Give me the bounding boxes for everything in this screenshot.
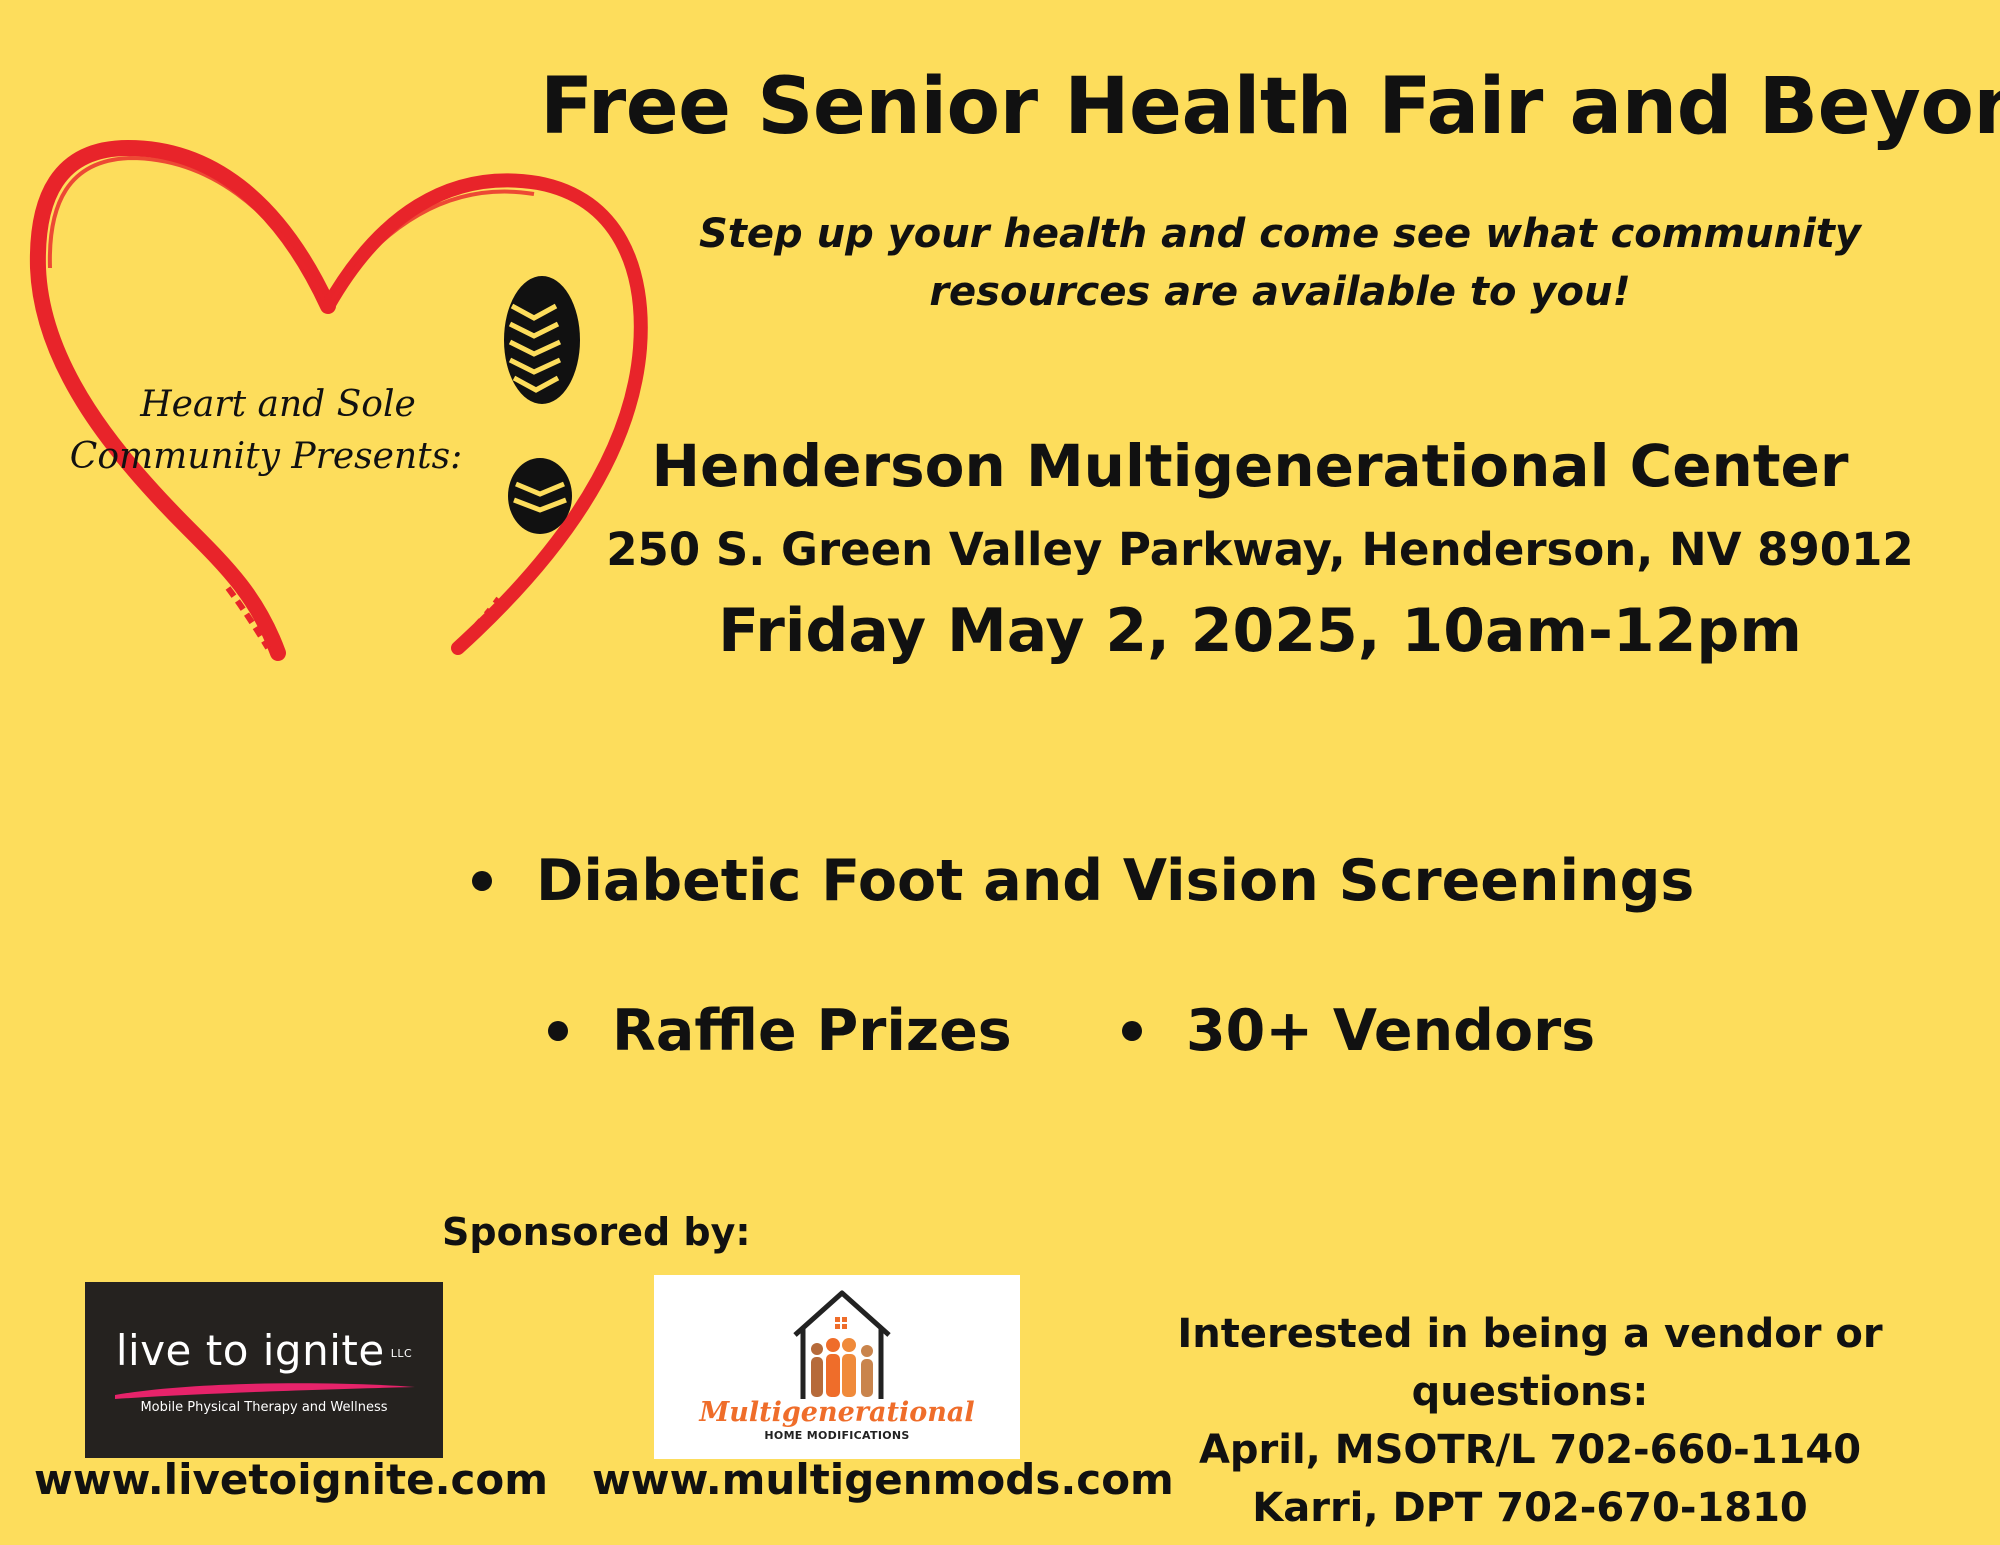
tagline-line1: Step up your health and come see what co…	[699, 211, 1861, 257]
venue-name: Henderson Multigenerational Center	[651, 432, 1849, 500]
tagline-line2: resources are available to you!	[929, 269, 1631, 315]
tagline: Step up your health and come see what co…	[640, 205, 1920, 321]
feature-label: Raffle Prizes	[612, 998, 1012, 1064]
multigenmods-url[interactable]: www.multigenmods.com	[592, 1455, 1174, 1504]
feature-item: 30+ Vendors	[1122, 998, 1595, 1064]
heart-logo-line2: Community Presents:	[70, 436, 462, 477]
contact-block: Interested in being a vendor or question…	[1090, 1305, 1970, 1537]
bullet-icon	[1122, 1021, 1142, 1041]
live-to-ignite-url[interactable]: www.livetoignite.com	[34, 1455, 548, 1504]
multigenerational-logo: Multigenerational HOME MODIFICATIONS	[654, 1275, 1020, 1459]
bullet-icon	[548, 1021, 568, 1041]
multigenerational-subtitle: HOME MODIFICATIONS	[764, 1429, 910, 1442]
live-to-ignite-logo: live to ignite LLC Mobile Physical Therap…	[85, 1282, 443, 1458]
feature-label: Diabetic Foot and Vision Screenings	[536, 848, 1695, 914]
page-title: Free Senior Health Fair and Beyond	[540, 62, 2000, 152]
venue-address: 250 S. Green Valley Parkway, Henderson, …	[606, 523, 1914, 576]
live-to-ignite-wordmark: live to ignite LLC	[115, 1326, 413, 1375]
event-date-time: Friday May 2, 2025, 10am-12pm	[718, 596, 1802, 666]
live-to-ignite-tagline: Mobile Physical Therapy and Wellness	[140, 1400, 388, 1415]
heart-logo-line1: Heart and Sole	[139, 384, 416, 425]
heart-icon: Heart and Sole Community Presents:	[29, 140, 648, 661]
contact-april: April, MSOTR/L 702-660-1140	[1198, 1427, 1862, 1473]
sponsors-heading: Sponsored by:	[442, 1210, 751, 1254]
feature-item: Diabetic Foot and Vision Screenings	[472, 848, 1694, 914]
contact-karri: Karri, DPT 702-670-1810	[1252, 1485, 1808, 1531]
house-family-icon	[793, 1290, 891, 1399]
bullet-icon	[472, 871, 492, 891]
feature-label: 30+ Vendors	[1186, 998, 1596, 1064]
multigenerational-wordmark: Multigenerational	[699, 1397, 975, 1428]
feature-item: Raffle Prizes	[548, 998, 1012, 1064]
contact-heading: Interested in being a vendor or question…	[1177, 1311, 1883, 1415]
heart-and-sole-logo: Heart and Sole Community Presents:	[28, 128, 648, 668]
